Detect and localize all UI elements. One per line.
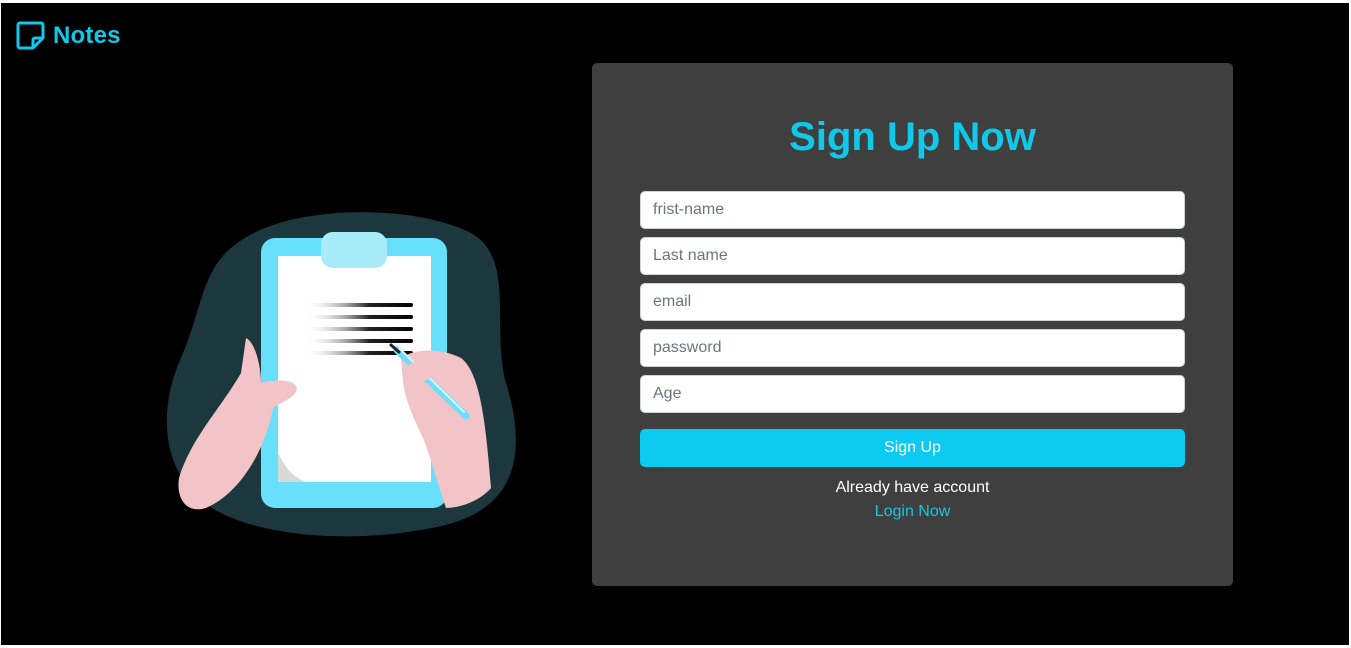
sticky-note-icon (16, 21, 45, 50)
brand-logo[interactable]: Notes (16, 21, 121, 50)
email-field[interactable] (640, 283, 1185, 321)
password-field[interactable] (640, 329, 1185, 367)
login-now-link[interactable]: Login Now (875, 503, 951, 520)
signup-title: Sign Up Now (789, 115, 1036, 159)
first-name-field[interactable] (640, 191, 1185, 229)
login-link-wrapper: Login Now (592, 502, 1233, 522)
page-frame: Notes Sign Up Now frist-name Last name e… (1, 3, 1349, 645)
age-field[interactable] (640, 375, 1185, 413)
brand-name: Notes (53, 21, 121, 49)
last-name-field[interactable] (640, 237, 1185, 275)
signup-card: Sign Up Now Sign Up Already have account… (592, 63, 1233, 586)
clipboard-writing-illustration (161, 208, 526, 543)
already-have-account-text: Already have account (835, 479, 990, 496)
sign-up-button[interactable]: Sign Up (640, 429, 1185, 467)
